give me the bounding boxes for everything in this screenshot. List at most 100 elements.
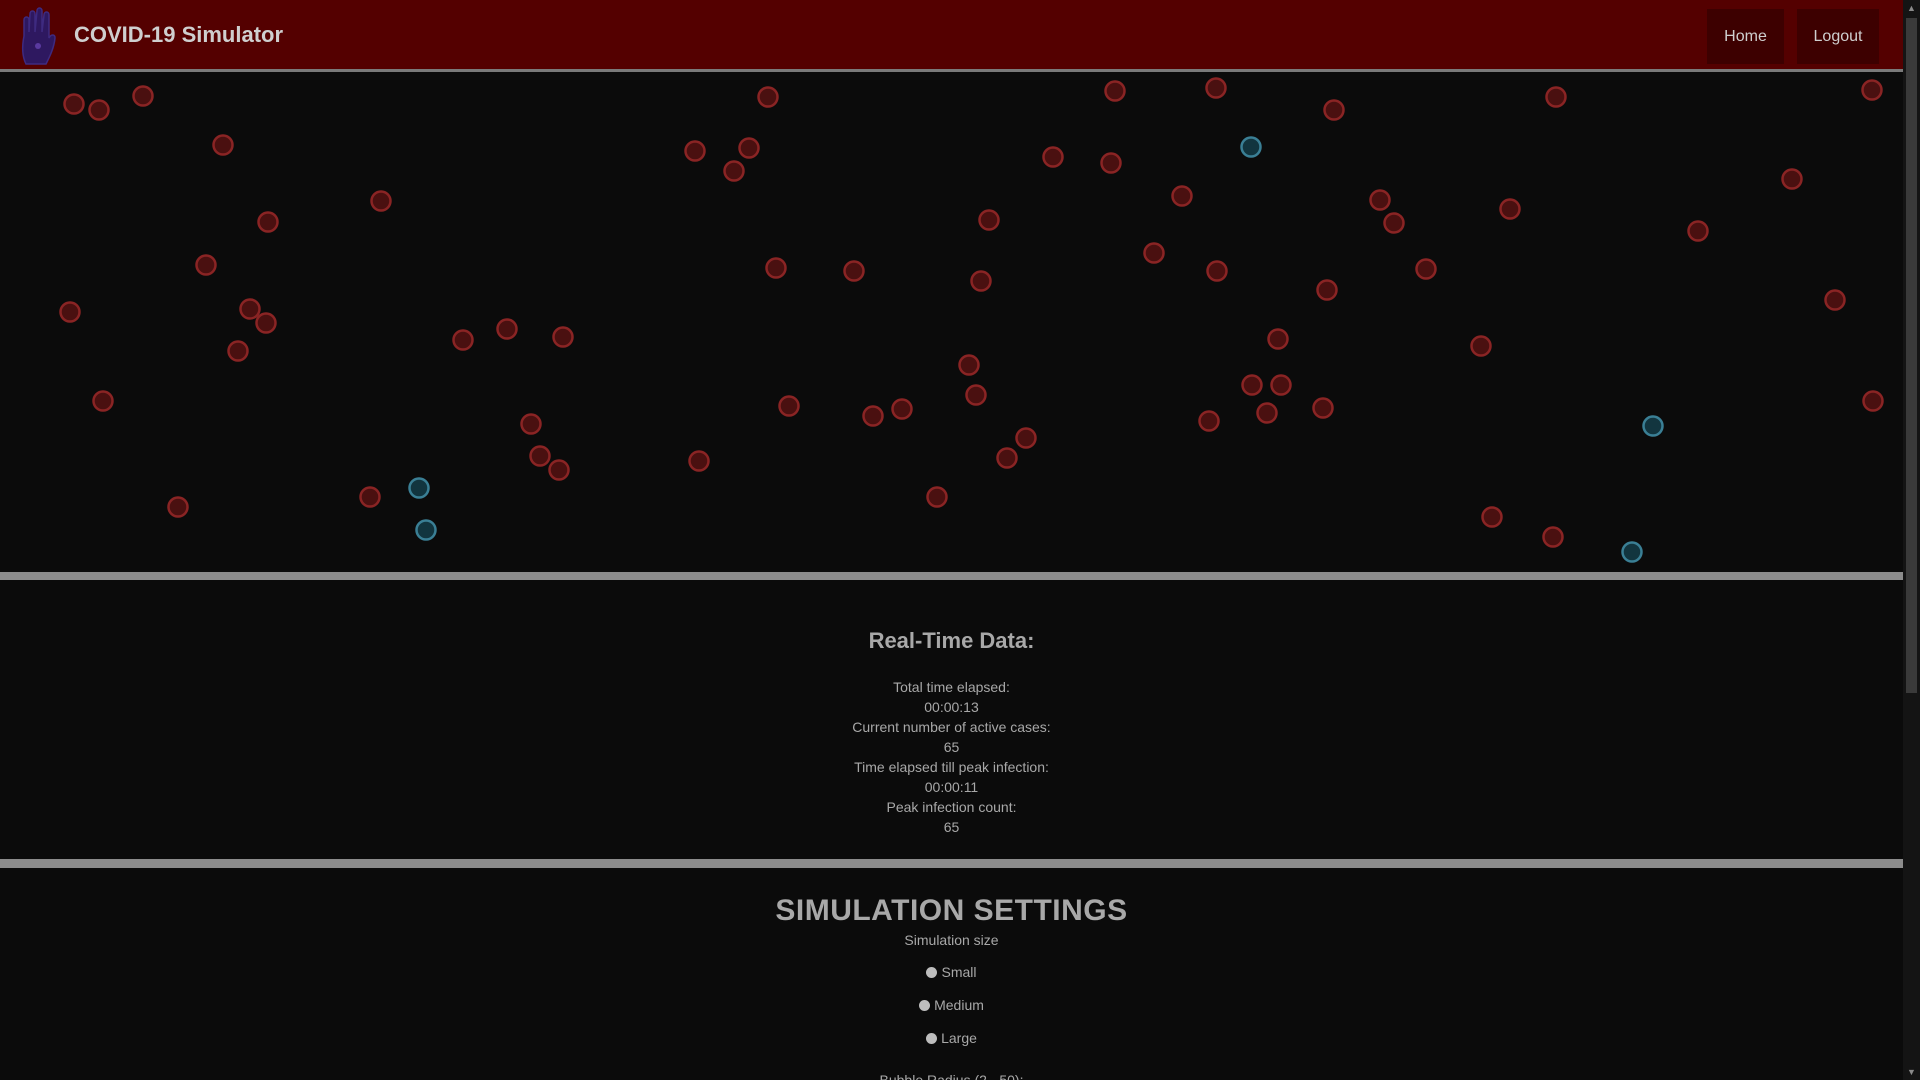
active-cases-label: Current number of active cases: [852,719,1051,735]
infected-bubble [359,486,381,508]
logout-button[interactable]: Logout [1797,9,1879,64]
infected-bubble [496,318,518,340]
infected-bubble [1171,185,1193,207]
infected-bubble [1542,526,1564,548]
radio-button[interactable] [926,966,938,978]
infected-bubble [1198,410,1220,432]
infected-bubble [1267,328,1289,350]
page-scrollbar[interactable]: ▲ ▼ [1903,0,1920,1080]
infected-bubble [370,190,392,212]
infected-bubble [195,254,217,276]
infected-bubble [92,390,114,412]
simulation-canvas[interactable] [0,75,1903,572]
divider [0,859,1903,868]
home-button[interactable]: Home [1707,9,1784,64]
healthy-bubble [415,519,437,541]
infected-bubble [684,140,706,162]
peak-count-label: Peak infection count: [886,799,1017,815]
infected-bubble [978,209,1000,231]
infected-bubble [1861,79,1883,101]
infected-bubble [970,270,992,292]
hand-icon[interactable] [16,6,60,66]
infected-bubble [1042,146,1064,168]
infected-bubble [1312,397,1334,419]
infected-bubble [63,93,85,115]
infected-bubble [1143,242,1165,264]
infected-bubble [227,340,249,362]
infected-bubble [257,211,279,233]
infected-bubble [1369,189,1391,211]
infected-bubble [862,405,884,427]
total-time-value: 00:00:13 [924,699,979,715]
infected-bubble [1206,260,1228,282]
radio-button[interactable] [926,1032,938,1044]
size-option-label: Small [941,964,977,980]
infected-bubble [1862,390,1884,412]
bubble-radius-label: Bubble Radius (2 - 50): [879,1072,1024,1080]
infected-bubble [891,398,913,420]
infected-bubble [723,160,745,182]
scrollbar-thumb[interactable] [1906,18,1917,693]
infected-bubble [1241,374,1263,396]
infected-bubble [1687,220,1709,242]
infected-bubble [1104,80,1126,102]
infected-bubble [1481,506,1503,528]
infected-bubble [212,134,234,156]
settings-title: SIMULATION SETTINGS [775,894,1128,927]
infected-bubble [520,413,542,435]
infected-bubble [1256,402,1278,424]
healthy-bubble [408,477,430,499]
infected-bubble [1499,198,1521,220]
divider [0,572,1903,580]
infected-bubble [1270,374,1292,396]
infected-bubble [958,354,980,376]
realtime-title: Real-Time Data: [868,628,1035,653]
infected-bubble [738,137,760,159]
infected-bubble [1015,427,1037,449]
scroll-down-arrow-icon[interactable]: ▼ [1903,1064,1920,1080]
infected-bubble [1824,289,1846,311]
infected-bubble [552,326,574,348]
active-cases-value: 65 [943,739,960,755]
healthy-bubble [1642,415,1664,437]
app-title[interactable]: COVID-19 Simulator [74,22,283,48]
infected-bubble [59,301,81,323]
infected-bubble [255,312,277,334]
peak-time-label: Time elapsed till peak infection: [854,759,1049,775]
size-option-label: Large [941,1030,977,1046]
infected-bubble [778,395,800,417]
infected-bubble [1415,258,1437,280]
infected-bubble [239,298,261,320]
size-option-medium[interactable]: Medium [4,997,1899,1013]
infected-bubble [1545,86,1567,108]
radio-button[interactable] [919,999,931,1011]
infected-bubble [765,257,787,279]
infected-bubble [965,384,987,406]
size-option-label: Medium [934,997,984,1013]
infected-bubble [757,86,779,108]
size-option-large[interactable]: Large [4,1030,1899,1046]
infected-bubble [529,445,551,467]
infected-bubble [843,260,865,282]
infected-bubble [167,496,189,518]
peak-time-value: 00:00:11 [924,779,979,795]
simulation-size-label: Simulation size [904,932,999,948]
infected-bubble [132,85,154,107]
infected-bubble [1781,168,1803,190]
settings-panel: SIMULATION SETTINGS Simulation size Smal… [4,868,1899,1080]
healthy-bubble [1240,136,1262,158]
infected-bubble [1316,279,1338,301]
scroll-up-arrow-icon[interactable]: ▲ [1903,0,1920,16]
infected-bubble [548,459,570,481]
infected-bubble [1383,212,1405,234]
infected-bubble [1100,152,1122,174]
infected-bubble [1323,99,1345,121]
infected-bubble [996,447,1018,469]
realtime-data-panel: Real-Time Data: Total time elapsed: 00:0… [4,580,1899,859]
size-option-small[interactable]: Small [4,964,1899,980]
navbar: COVID-19 Simulator Home Logout [0,0,1903,72]
infected-bubble [1470,335,1492,357]
total-time-label: Total time elapsed: [893,679,1010,695]
infected-bubble [1205,77,1227,99]
infected-bubble [688,450,710,472]
